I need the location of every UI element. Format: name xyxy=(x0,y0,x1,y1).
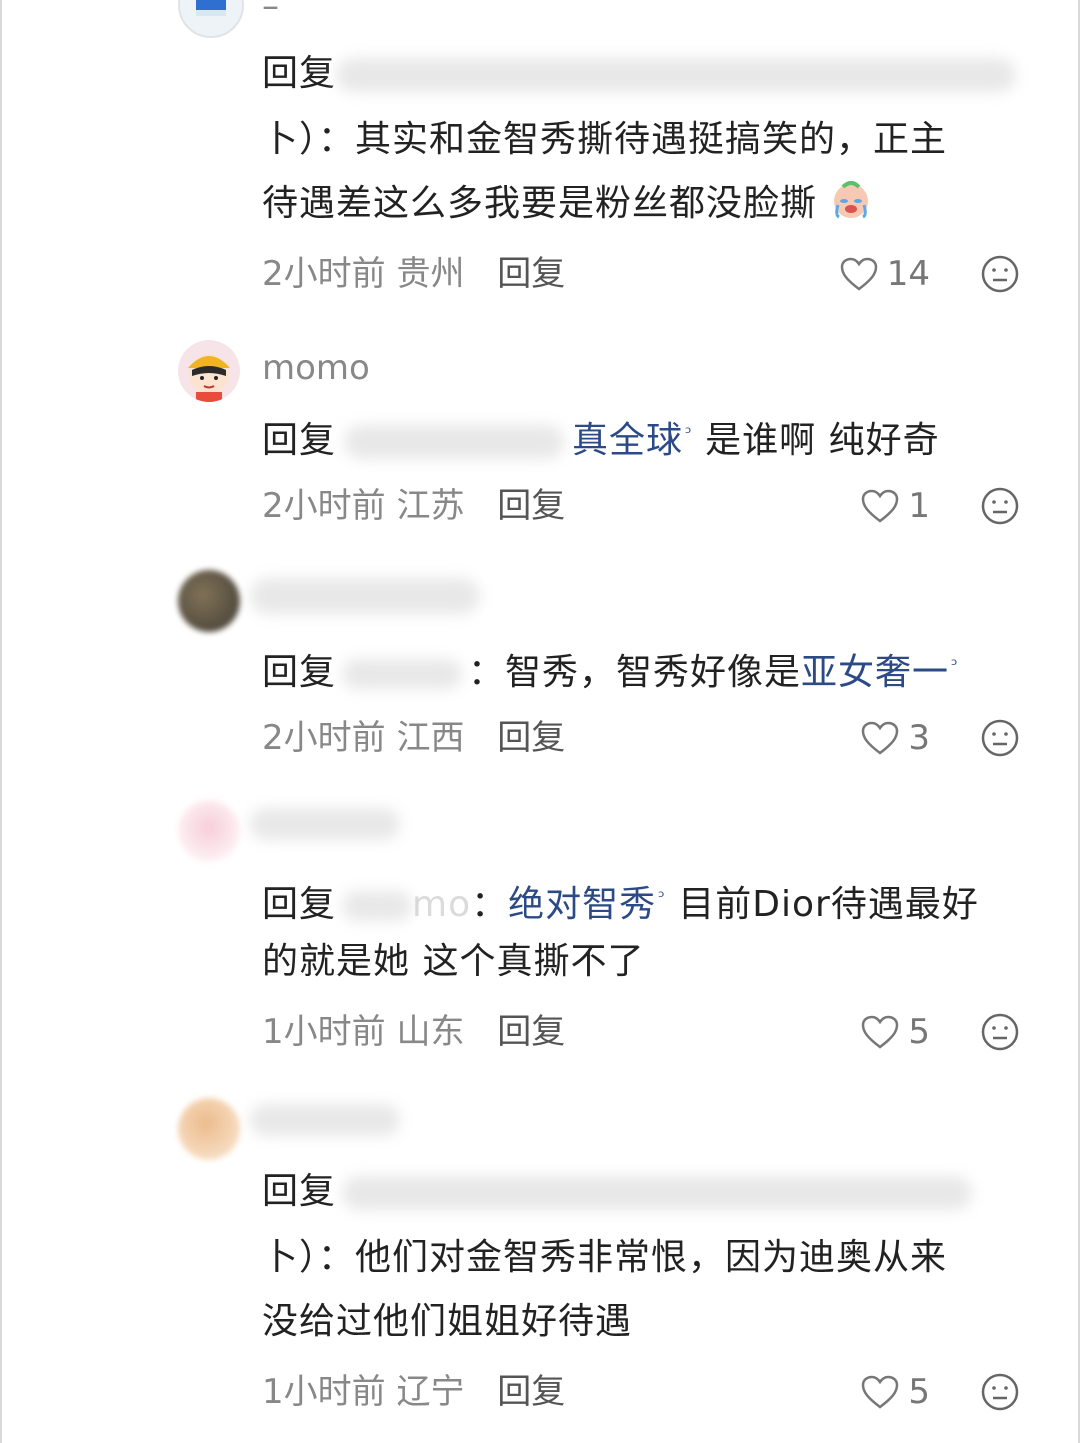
username: – xyxy=(262,0,279,26)
comment-meta: 2小时前 江苏 回复 xyxy=(262,486,565,526)
like-button[interactable]: 5 xyxy=(860,1012,930,1052)
reply-button[interactable]: 回复 xyxy=(497,486,565,526)
search-link[interactable]: 真全球 xyxy=(572,420,683,461)
like-count: 1 xyxy=(908,486,930,526)
like-count: 5 xyxy=(908,1012,930,1052)
comment-text-line: 卜）：其实和金智秀撕待遇挺搞笑的，正主 xyxy=(262,119,948,160)
avatar[interactable] xyxy=(178,340,240,402)
redacted-name xyxy=(342,891,413,921)
heart-outline-icon xyxy=(862,489,899,523)
neutral-face-icon[interactable] xyxy=(980,1372,1020,1412)
comment-text-line: 回复 mo：绝对智秀 ᵓ 目前Dior待遇最好 xyxy=(262,884,979,925)
comment-meta: 2小时前 贵州 回复 xyxy=(262,254,565,294)
reply-button[interactable]: 回复 xyxy=(497,1012,565,1052)
reply-button[interactable]: 回复 xyxy=(497,1372,565,1412)
reply-prefix: 回复 xyxy=(262,420,337,461)
neutral-face-icon[interactable] xyxy=(980,718,1020,758)
comment-text: ：智秀，智秀好像是 xyxy=(468,652,802,693)
partial-name: mo xyxy=(412,884,472,925)
comment-time: 1小时前 xyxy=(262,1372,386,1412)
comment-location: 贵州 xyxy=(396,254,465,294)
reply-button[interactable]: 回复 xyxy=(497,254,565,294)
comment-time: 2小时前 xyxy=(262,718,386,758)
like-count: 3 xyxy=(908,718,930,758)
comment-location: 江西 xyxy=(396,718,465,758)
heart-outline-icon xyxy=(862,721,899,755)
avatar[interactable] xyxy=(178,0,244,38)
search-link[interactable]: 绝对智秀 xyxy=(508,884,656,925)
reply-prefix: 回复 xyxy=(262,53,337,94)
like-count: 14 xyxy=(886,254,930,294)
cartoon-girl-avatar-icon xyxy=(188,354,230,402)
frame-border-left xyxy=(0,0,2,1443)
username: momo xyxy=(262,348,370,388)
search-icon: ᵓ xyxy=(658,887,666,908)
comment-text: 是谁啊 纯好奇 xyxy=(705,420,940,461)
crying-face-icon xyxy=(834,181,869,219)
like-button[interactable]: 1 xyxy=(860,486,930,526)
comment-location: 辽宁 xyxy=(396,1372,465,1412)
reply-button[interactable]: 回复 xyxy=(497,718,565,758)
redacted-username xyxy=(250,578,480,614)
redacted-name xyxy=(342,1176,973,1210)
comment-text-line: 待遇差这么多我要是粉丝都没脸撕 xyxy=(262,172,1036,236)
comment-time: 2小时前 xyxy=(262,254,386,294)
search-icon: ᵓ xyxy=(685,423,693,444)
neutral-face-icon[interactable] xyxy=(980,1012,1020,1052)
comment-time: 2小时前 xyxy=(262,486,386,526)
neutral-face-icon[interactable] xyxy=(980,486,1020,526)
like-button[interactable]: 14 xyxy=(839,254,930,294)
search-icon: ᵓ xyxy=(951,655,959,676)
comment-location: 山东 xyxy=(396,1012,465,1052)
reply-prefix: 回复 xyxy=(262,652,337,693)
search-link[interactable]: 亚女奢一 xyxy=(801,652,949,693)
redacted-name xyxy=(336,58,1017,92)
redacted-name xyxy=(344,425,565,459)
reply-prefix: 回复 xyxy=(262,884,337,925)
comment-text-line: 回复 ：智秀，智秀好像是亚女奢一 ᵓ xyxy=(262,634,1036,705)
comment-text-line: 回复 真全球 ᵓ 是谁啊 纯好奇 xyxy=(262,402,1036,473)
neutral-face-icon[interactable] xyxy=(980,254,1020,294)
like-button[interactable]: 3 xyxy=(860,718,930,758)
like-count: 5 xyxy=(908,1372,930,1412)
comment-text-line: 回复 xyxy=(262,1160,1036,1224)
comment-text: 目前Dior待遇最好 xyxy=(678,884,979,925)
heart-outline-icon xyxy=(840,257,877,291)
comment-meta: 1小时前 辽宁 回复 xyxy=(262,1372,565,1412)
like-button[interactable]: 5 xyxy=(860,1372,930,1412)
redacted-name xyxy=(342,659,463,689)
comment-text-line: 回复 xyxy=(262,42,1036,106)
avatar[interactable] xyxy=(178,570,240,632)
comment-time: 1小时前 xyxy=(262,1012,386,1052)
comment-meta: 2小时前 江西 回复 xyxy=(262,718,565,758)
comment-meta: 1小时前 山东 回复 xyxy=(262,1012,565,1052)
avatar[interactable] xyxy=(178,1098,240,1160)
book-avatar-icon xyxy=(196,0,226,16)
heart-outline-icon xyxy=(862,1015,899,1049)
heart-outline-icon xyxy=(862,1375,899,1409)
redacted-username xyxy=(250,1104,400,1136)
comment-location: 江苏 xyxy=(396,486,465,526)
avatar[interactable] xyxy=(178,800,240,862)
reply-prefix: 回复 xyxy=(262,1171,337,1212)
redacted-username xyxy=(250,808,400,840)
comment-text: 待遇差这么多我要是粉丝都没脸撕 xyxy=(262,183,818,224)
comment-text-line: 没给过他们姐姐好待遇 xyxy=(262,1301,633,1342)
comment-text-line: 的就是她 这个真撕不了 xyxy=(262,941,645,982)
comment-text-line: 卜）：他们对金智秀非常恨，因为迪奥从来 xyxy=(262,1237,948,1278)
